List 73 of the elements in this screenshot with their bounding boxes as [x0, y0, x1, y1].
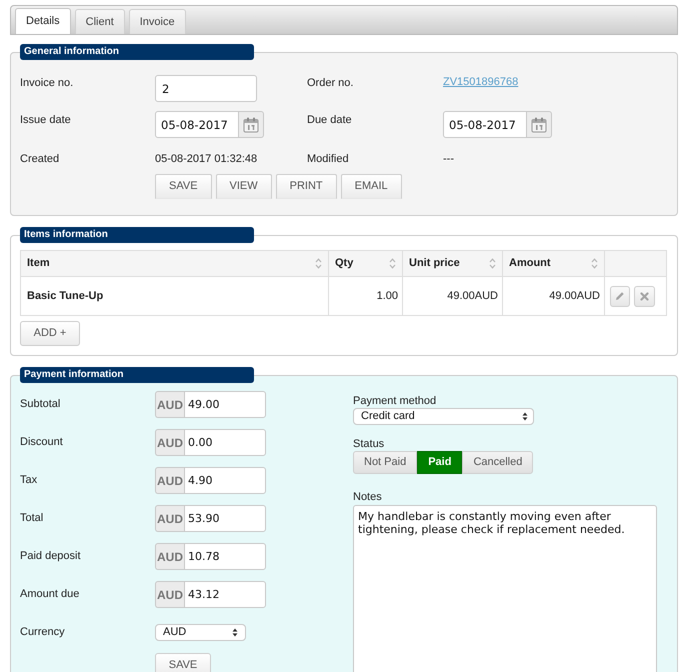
field-label: Modified — [307, 152, 349, 166]
field-label: Paid deposit — [20, 549, 81, 563]
sort-icon — [591, 258, 598, 269]
text-field[interactable]: 2 — [155, 75, 257, 102]
pencil-icon — [615, 291, 625, 301]
toolbar-button[interactable]: PRINT — [276, 174, 337, 199]
field-label: Discount — [20, 435, 63, 449]
add-button[interactable]: ADD + — [20, 321, 80, 346]
table-cell: 1.00 — [329, 277, 403, 316]
field-label: Amount due — [20, 587, 80, 601]
field-label: Issue date — [20, 113, 71, 127]
field-label: Invoice no. — [20, 76, 74, 90]
date-field[interactable]: 05-08-2017 — [155, 111, 239, 138]
section-title: Payment information — [20, 367, 254, 383]
column-header[interactable]: Unit price — [403, 251, 503, 277]
field-label: Created — [20, 152, 60, 166]
field-label: Total — [20, 511, 44, 525]
field-label: Notes — [353, 490, 382, 504]
amount-field[interactable]: 0.00 — [184, 429, 266, 456]
field-label: Order no. — [307, 76, 354, 90]
amount-field[interactable]: 53.90 — [184, 505, 266, 532]
select-arrows-icon — [232, 628, 238, 637]
sort-icon — [489, 258, 496, 269]
field-label: Due date — [307, 113, 352, 127]
column-header[interactable]: Qty — [329, 251, 403, 277]
payment-method-select[interactable]: Credit card — [353, 408, 534, 425]
calendar-button[interactable] — [239, 111, 264, 138]
status-option[interactable]: Cancelled — [462, 451, 534, 474]
amount-field[interactable]: 4.90 — [184, 467, 266, 494]
table-cell: 49.00AUD — [403, 277, 503, 316]
save-button[interactable]: SAVE — [155, 653, 211, 672]
notes-field[interactable]: My handlebar is constantly moving even after tightening, please check if replacement needed. — [353, 505, 657, 672]
currency-addon: AUD — [155, 543, 184, 570]
sort-icon — [389, 258, 396, 269]
table-cell: 49.00AUD — [503, 277, 605, 316]
field-label: Subtotal — [20, 397, 60, 411]
status-option[interactable]: Paid — [417, 451, 462, 474]
date-field[interactable]: 05-08-2017 — [443, 111, 527, 138]
currency-addon: AUD — [155, 391, 184, 418]
select-arrows-icon — [522, 412, 528, 421]
toolbar-button[interactable]: SAVE — [155, 174, 212, 199]
currency-addon: AUD — [155, 505, 184, 532]
section-title: Items information — [20, 227, 254, 243]
field-label: Payment method — [353, 394, 436, 408]
section-title: General information — [20, 44, 254, 60]
tab[interactable]: Details — [15, 8, 71, 34]
field-label: Currency — [20, 625, 65, 639]
amount-field[interactable]: 43.12 — [184, 581, 266, 608]
currency-addon: AUD — [155, 429, 184, 456]
currency-addon: AUD — [155, 581, 184, 608]
tab[interactable]: Client — [74, 9, 125, 34]
column-header[interactable]: Item — [21, 251, 329, 277]
calendar-icon — [531, 116, 547, 132]
calendar-icon — [243, 116, 259, 132]
table-cell: Basic Tune-Up — [21, 277, 329, 316]
sort-icon — [315, 258, 322, 269]
field-value: 05-08-2017 01:32:48 — [155, 152, 258, 166]
currency-addon: AUD — [155, 467, 184, 494]
column-header[interactable]: Amount — [503, 251, 605, 277]
delete-button[interactable] — [634, 286, 655, 306]
toolbar-button[interactable]: VIEW — [216, 174, 272, 199]
cross-icon — [640, 292, 649, 300]
tab[interactable]: Invoice — [128, 9, 186, 34]
edit-button[interactable] — [610, 286, 630, 306]
field-label: Tax — [20, 473, 38, 487]
amount-field[interactable]: 10.78 — [184, 543, 266, 570]
toolbar-button[interactable]: EMAIL — [340, 174, 402, 199]
status-option[interactable]: Not Paid — [353, 451, 418, 474]
field-label: Status — [353, 437, 384, 451]
field-value: --- — [443, 152, 454, 166]
calendar-button[interactable] — [527, 111, 552, 138]
amount-field[interactable]: 49.00 — [184, 391, 266, 418]
currency-select[interactable]: AUD — [155, 624, 246, 641]
